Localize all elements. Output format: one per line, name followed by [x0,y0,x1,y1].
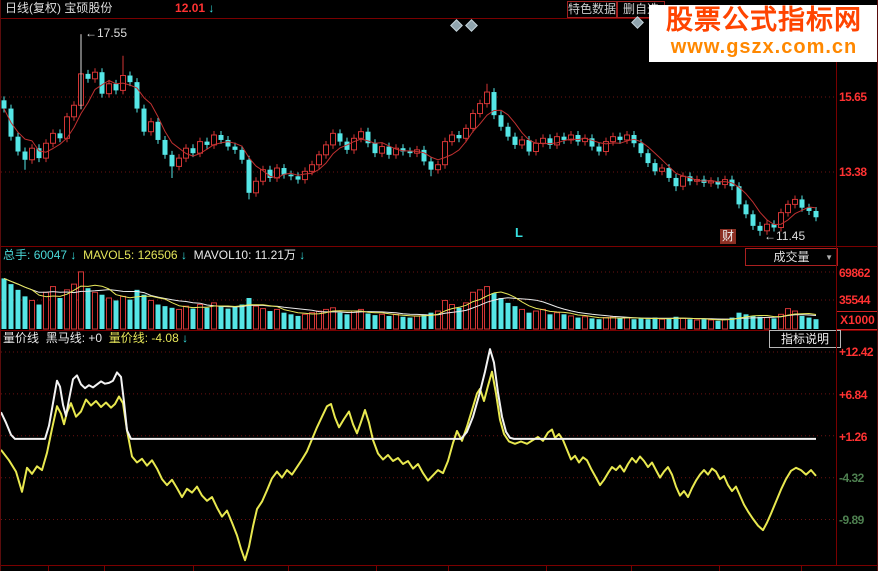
indicator-axis-label: +1.26 [839,430,867,444]
time-tick [719,566,720,571]
price-axis-label: 15.65 [839,90,867,104]
mavol5-value: 126506 [137,248,178,262]
time-tick [631,566,632,571]
liangjia-label: 量价线: [108,331,149,345]
indicator-axis-label: -4.32 [839,471,864,485]
indicator-chart[interactable] [1,348,837,565]
time-tick [376,566,377,571]
liangjia-value: -4.08 [151,331,179,345]
cai-badge: 财 [720,229,737,244]
indicator-axis-label: +6.84 [839,388,867,402]
page-title: 日线(复权) 宝硕股份 [5,1,113,15]
time-tick [448,566,449,571]
indicator-axis-label: +12.42 [839,345,874,359]
volume-header: 总手: 60047 ↓ MAVOL5: 126506 ↓ MAVOL10: 11… [3,247,305,264]
chevron-down-icon: ▼ [825,253,833,262]
time-tick [546,566,547,571]
indicator-name: 量价线 [3,331,40,345]
down-arrow-icon: ↓ [180,248,187,262]
axis-divider [836,19,837,565]
heima-value: +0 [88,331,103,345]
zongshou-label: 总手: [3,248,31,262]
down-arrow-icon: ↓ [299,248,306,262]
bottom-axis [1,565,877,566]
time-tick [193,566,194,571]
volume-axis-label: 69862 [839,266,870,280]
last-price: 12.01 [175,1,206,15]
watermark-url: www.gszx.com.cn [670,36,858,58]
l-marker: L [515,225,523,240]
mavol10-label: MAVOL10: [193,248,252,262]
watermark: 股票公式指标网 www.gszx.com.cn [649,5,877,62]
indicator-header: 量价线 黑马线: +0 量价线: -4.08 ↓ [3,330,188,347]
special-data-button[interactable]: 特色数据 [567,1,617,18]
volume-multiplier-badge: X1000 [836,311,877,330]
price-down-arrow: ↓ [208,1,215,15]
time-tick [104,566,105,571]
zongshou-value: 60047 [33,248,68,262]
stock-chart-window: 日线(复权) 宝硕股份 12.01 ↓ 特色数据 删自选 ←17.55 ←11.… [0,0,878,571]
time-tick [288,566,289,571]
volume-axis-label: 35544 [839,293,870,307]
trough-annotation: ←11.45 [764,229,806,243]
volume-indicator-dropdown[interactable]: 成交量 ▼ [745,248,838,266]
down-arrow-icon: ↓ [70,248,77,262]
mavol5-label: MAVOL5: [83,248,135,262]
watermark-title: 股票公式指标网 [666,5,862,35]
indicator-help-button[interactable]: 指标说明 [769,330,841,348]
mavol10-value: 11.21万 [254,248,296,262]
indicator-axis-label: -9.89 [839,513,864,527]
dropdown-label: 成交量 [773,250,810,264]
time-tick [48,566,49,571]
heima-label: 黑马线: [45,331,86,345]
chart-title-bar: 日线(复权) 宝硕股份 12.01 ↓ [5,0,214,17]
down-arrow-icon: ↓ [182,331,189,345]
volume-chart[interactable] [1,265,837,330]
price-axis-label: 13.38 [839,165,867,179]
peak-annotation: ←17.55 [85,26,128,40]
time-tick [801,566,802,571]
